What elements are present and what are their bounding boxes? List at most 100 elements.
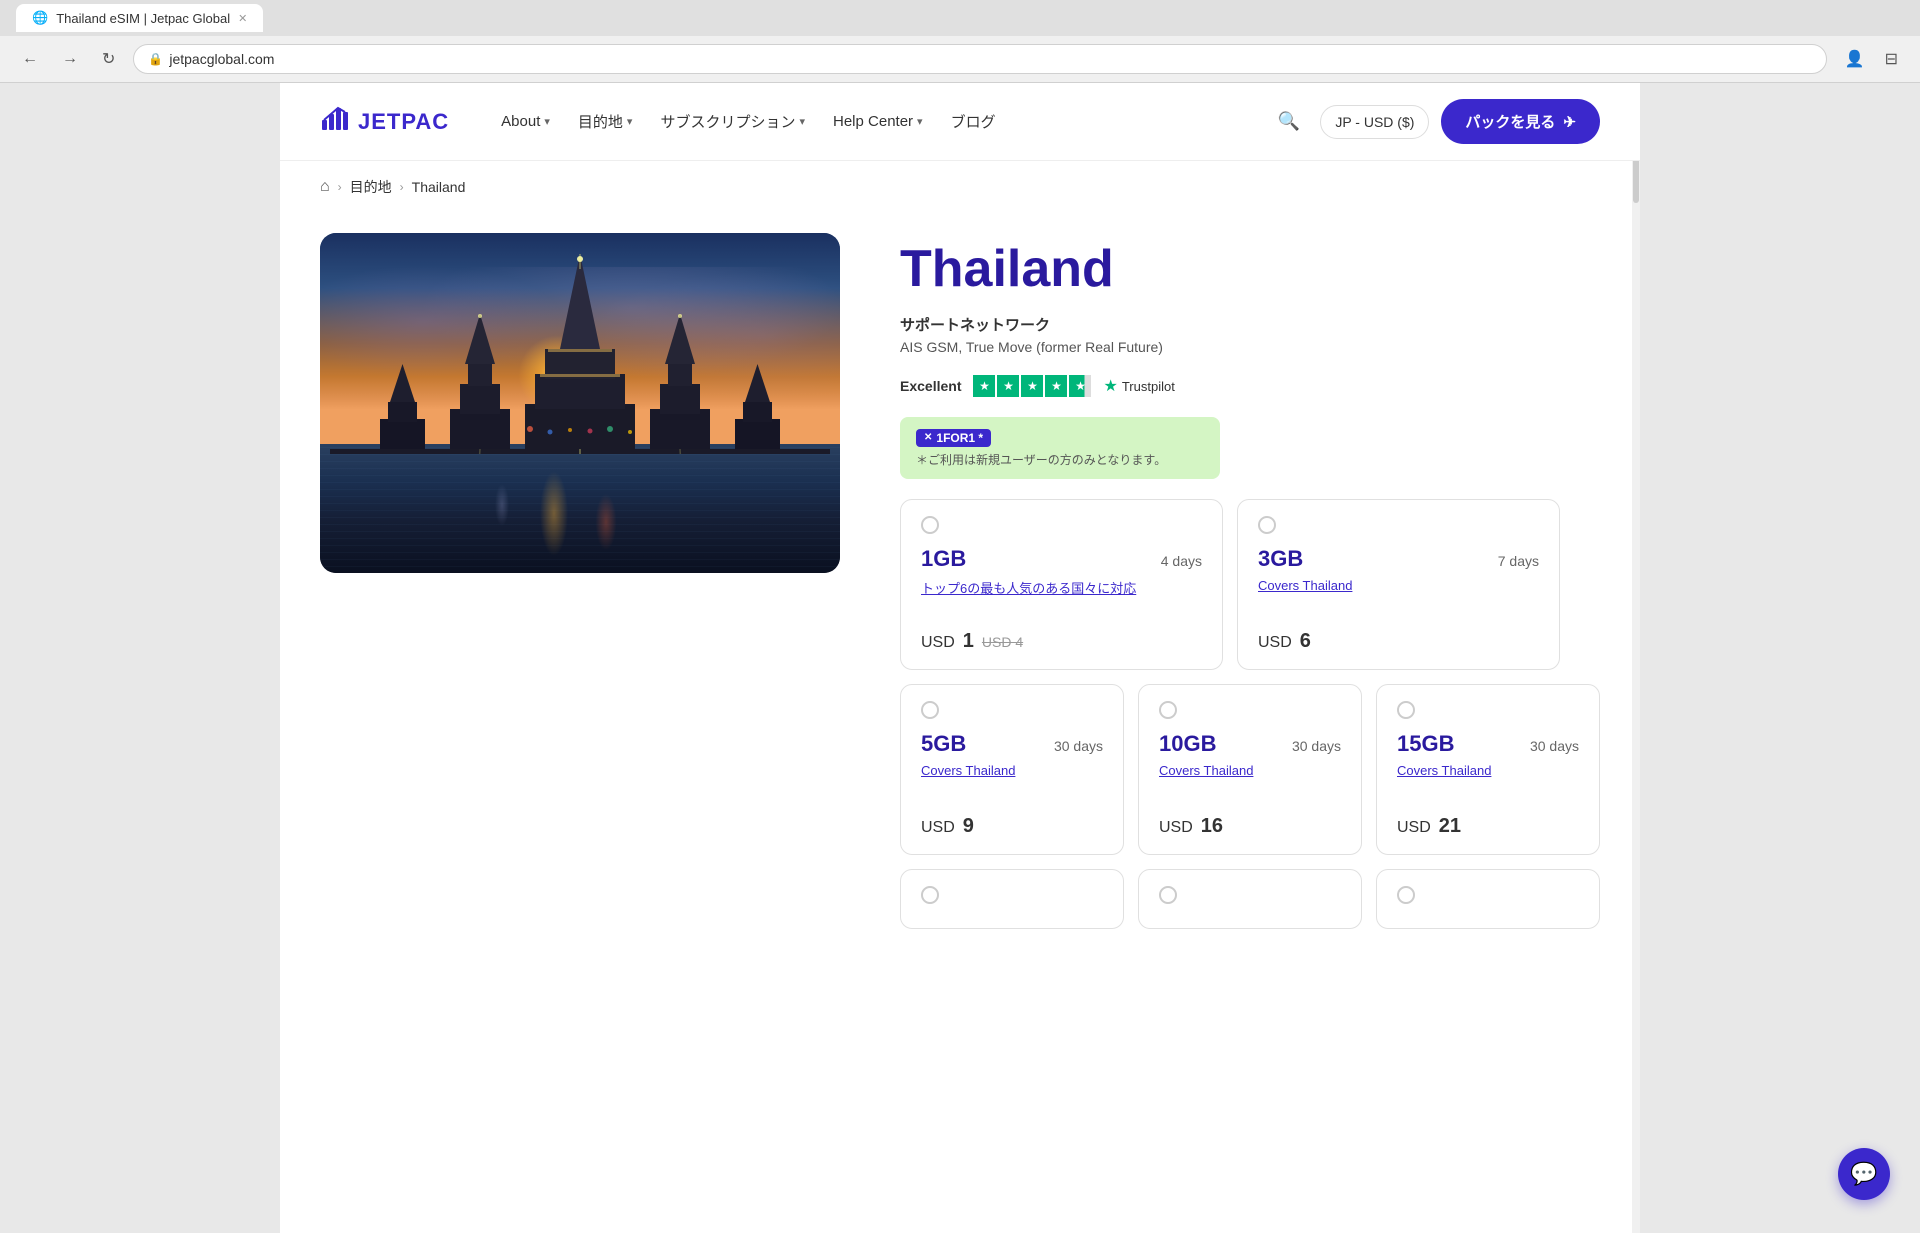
nav-right: 🔍 JP - USD ($) パックを見る ✈	[1270, 99, 1600, 144]
star-1: ★	[973, 375, 995, 397]
plan-radio-10gb[interactable]	[1159, 701, 1177, 719]
nav-subscription[interactable]: サブスクリプション ▾	[648, 103, 817, 140]
chat-bubble-button[interactable]: 💬	[1838, 1148, 1890, 1200]
tab-close-icon[interactable]: ✕	[238, 12, 247, 25]
star-2: ★	[997, 375, 1019, 397]
plan-radio-1gb[interactable]	[921, 516, 939, 534]
plan-coverage-5gb[interactable]: Covers Thailand	[921, 763, 1103, 799]
nav-items: About ▾ 目的地 ▾ サブスクリプション ▾ Help Center ▾ …	[489, 103, 1270, 140]
nav-destinations-label: 目的地	[578, 111, 623, 132]
language-selector[interactable]: JP - USD ($)	[1320, 105, 1429, 139]
plan-card-partial-1[interactable]	[900, 869, 1124, 929]
breadcrumb-sep-1: ›	[338, 180, 342, 194]
network-names: AIS GSM, True Move (former Real Future)	[900, 339, 1600, 355]
search-icon: 🔍	[1278, 111, 1300, 131]
plan-price-num-1gb: 1	[963, 630, 974, 653]
nav-about-label: About	[501, 113, 540, 130]
network-label: サポートネットワーク	[900, 314, 1600, 335]
plan-card-3gb[interactable]: 3GB 7 days Covers Thailand USD 6	[1237, 499, 1560, 670]
destination-details: Thailand サポートネットワーク AIS GSM, True Move (…	[900, 233, 1600, 929]
plan-coverage-1gb[interactable]: トップ6の最も人気のある国々に対応	[921, 578, 1202, 614]
plan-card-partial-3[interactable]	[1376, 869, 1600, 929]
plan-radio-partial-3[interactable]	[1397, 886, 1415, 904]
url-text: jetpacglobal.com	[169, 51, 274, 67]
plan-price-label-10gb: USD	[1159, 819, 1193, 837]
promo-banner: ✕ 1FOR1 * ＊ご利用は新規ユーザーの方のみとなります。	[900, 417, 1220, 479]
navbar: JETPAC About ▾ 目的地 ▾ サブスクリプション ▾ Help Ce…	[280, 83, 1640, 161]
plan-days-15gb: 30 days	[1530, 738, 1579, 754]
trustpilot-star-icon: ★	[1103, 376, 1117, 396]
breadcrumb-home[interactable]: ⌂	[320, 178, 330, 196]
breadcrumb-destinations[interactable]: 目的地	[350, 177, 392, 197]
profile-button[interactable]: 👤	[1839, 45, 1871, 73]
plans-grid-row2: 5GB 30 days Covers Thailand USD 9 10GB 3…	[900, 684, 1600, 855]
trustpilot-row: Excellent ★ ★ ★ ★ ★ ★ Trustpilot	[900, 375, 1600, 397]
destination-image	[320, 233, 840, 573]
plan-card-partial-2[interactable]	[1138, 869, 1362, 929]
nav-help-label: Help Center	[833, 113, 913, 130]
plan-price-num-5gb: 9	[963, 815, 974, 838]
plan-radio-5gb[interactable]	[921, 701, 939, 719]
plan-card-15gb[interactable]: 15GB 30 days Covers Thailand USD 21	[1376, 684, 1600, 855]
breadcrumb: ⌂ › 目的地 › Thailand	[280, 161, 1640, 213]
trustpilot-logo: ★ Trustpilot	[1103, 376, 1174, 396]
destinations-chevron-icon: ▾	[627, 115, 633, 128]
address-bar[interactable]: 🔒 jetpacglobal.com	[133, 44, 1826, 74]
logo[interactable]: JETPAC	[320, 102, 449, 141]
cta-button[interactable]: パックを見る ✈	[1441, 99, 1600, 144]
trustpilot-stars: ★ ★ ★ ★ ★	[973, 375, 1091, 397]
temple-illustration	[330, 254, 830, 454]
destination-title: Thailand	[900, 241, 1600, 298]
chat-icon: 💬	[1850, 1161, 1877, 1187]
nav-destinations[interactable]: 目的地 ▾	[566, 103, 645, 140]
plan-size-3gb: 3GB	[1258, 546, 1303, 572]
sidebar-toggle[interactable]: ⊟	[1879, 45, 1904, 73]
plan-price-num-10gb: 16	[1201, 815, 1223, 838]
forward-button[interactable]: →	[56, 46, 84, 72]
plan-coverage-10gb[interactable]: Covers Thailand	[1159, 763, 1341, 799]
breadcrumb-sep-2: ›	[400, 180, 404, 194]
browser-tab[interactable]: 🌐 Thailand eSIM | Jetpac Global ✕	[16, 4, 263, 32]
search-button[interactable]: 🔍	[1270, 103, 1308, 140]
plan-price-row-5gb: USD 9	[921, 815, 1103, 838]
promo-badge-text: 1FOR1 *	[936, 431, 983, 445]
cta-label: パックを見る	[1465, 111, 1555, 132]
breadcrumb-current: Thailand	[412, 179, 466, 195]
plan-radio-3gb[interactable]	[1258, 516, 1276, 534]
plan-size-10gb: 10GB	[1159, 731, 1216, 757]
tab-label: Thailand eSIM | Jetpac Global	[56, 11, 230, 26]
plans-grid-row3	[900, 869, 1600, 929]
star-3: ★	[1021, 375, 1043, 397]
main-content: Thailand サポートネットワーク AIS GSM, True Move (…	[280, 213, 1640, 969]
scrollbar[interactable]	[1632, 83, 1640, 1233]
lang-label: JP - USD ($)	[1335, 114, 1414, 130]
refresh-button[interactable]: ↻	[96, 45, 121, 73]
plan-radio-partial-1[interactable]	[921, 886, 939, 904]
plan-size-1gb: 1GB	[921, 546, 966, 572]
plan-days-3gb: 7 days	[1498, 553, 1539, 569]
logo-text: JETPAC	[358, 109, 449, 135]
plan-price-row-15gb: USD 21	[1397, 815, 1579, 838]
plan-coverage-3gb[interactable]: Covers Thailand	[1258, 578, 1539, 614]
plane-icon: ✈	[1563, 113, 1576, 131]
plans-grid-row1: 1GB 4 days トップ6の最も人気のある国々に対応 USD 1 USD 4…	[900, 499, 1560, 670]
plan-original-price-1gb: USD 4	[982, 634, 1023, 650]
plan-card-10gb[interactable]: 10GB 30 days Covers Thailand USD 16	[1138, 684, 1362, 855]
back-button[interactable]: ←	[16, 46, 44, 72]
nav-help[interactable]: Help Center ▾	[821, 105, 935, 138]
promo-badge: ✕ 1FOR1 *	[916, 429, 991, 447]
plan-price-label-15gb: USD	[1397, 819, 1431, 837]
plan-price-num-3gb: 6	[1300, 630, 1311, 653]
plan-radio-15gb[interactable]	[1397, 701, 1415, 719]
plan-card-5gb[interactable]: 5GB 30 days Covers Thailand USD 9	[900, 684, 1124, 855]
plan-radio-partial-2[interactable]	[1159, 886, 1177, 904]
plan-price-row-3gb: USD 6	[1258, 630, 1539, 653]
plan-price-label-5gb: USD	[921, 819, 955, 837]
nav-about[interactable]: About ▾	[489, 105, 562, 138]
plan-card-1gb[interactable]: 1GB 4 days トップ6の最も人気のある国々に対応 USD 1 USD 4	[900, 499, 1223, 670]
nav-blog[interactable]: ブログ	[939, 103, 1008, 140]
plan-price-row-10gb: USD 16	[1159, 815, 1341, 838]
plan-coverage-15gb[interactable]: Covers Thailand	[1397, 763, 1579, 799]
plan-size-5gb: 5GB	[921, 731, 966, 757]
logo-icon	[320, 102, 352, 141]
